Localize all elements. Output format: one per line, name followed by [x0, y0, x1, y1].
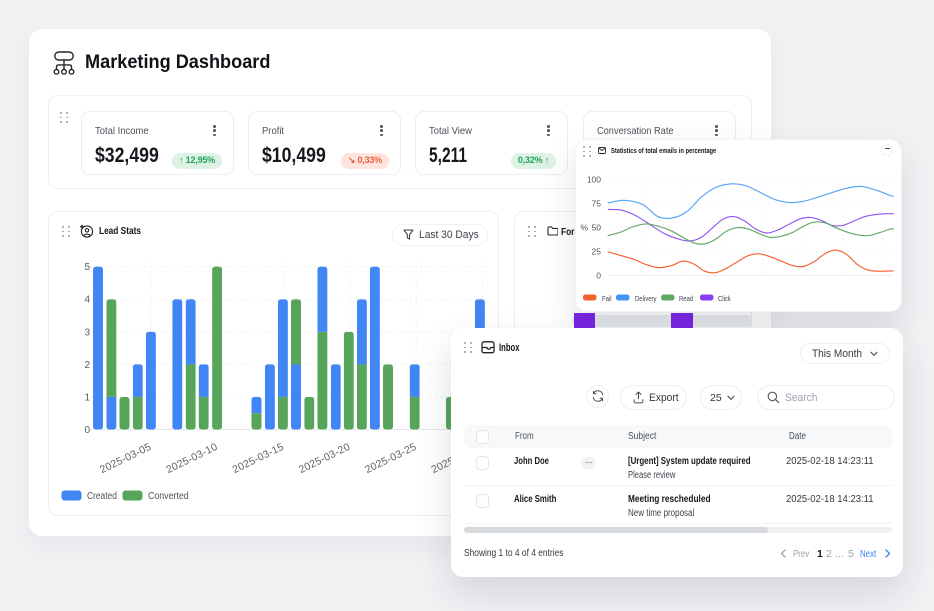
svg-text:1: 1 — [84, 392, 90, 403]
svg-text:50: 50 — [592, 223, 602, 233]
svg-text:Created: Created — [87, 490, 117, 502]
svg-text:0: 0 — [84, 425, 90, 436]
svg-text:2: 2 — [84, 360, 90, 371]
svg-text:2025-03-25: 2025-03-25 — [363, 441, 418, 476]
svg-text:3: 3 — [84, 327, 90, 338]
svg-text:Delivery: Delivery — [635, 296, 657, 304]
svg-text:25: 25 — [592, 246, 602, 256]
svg-text:5: 5 — [84, 262, 90, 273]
svg-text:0: 0 — [596, 270, 601, 280]
svg-text:4: 4 — [84, 295, 90, 306]
svg-text:Converted: Converted — [148, 490, 189, 502]
svg-text:2025-03-10: 2025-03-10 — [164, 441, 219, 476]
svg-text:2025-03-05: 2025-03-05 — [98, 441, 153, 476]
svg-text:Click: Click — [718, 296, 732, 304]
svg-text:Fail: Fail — [602, 296, 612, 304]
svg-text:%: % — [580, 223, 588, 233]
svg-text:100: 100 — [587, 175, 601, 185]
svg-text:2025-03-20: 2025-03-20 — [297, 441, 352, 476]
svg-text:Read: Read — [679, 296, 694, 304]
svg-text:75: 75 — [592, 199, 602, 209]
svg-text:2025-03-15: 2025-03-15 — [231, 441, 286, 476]
